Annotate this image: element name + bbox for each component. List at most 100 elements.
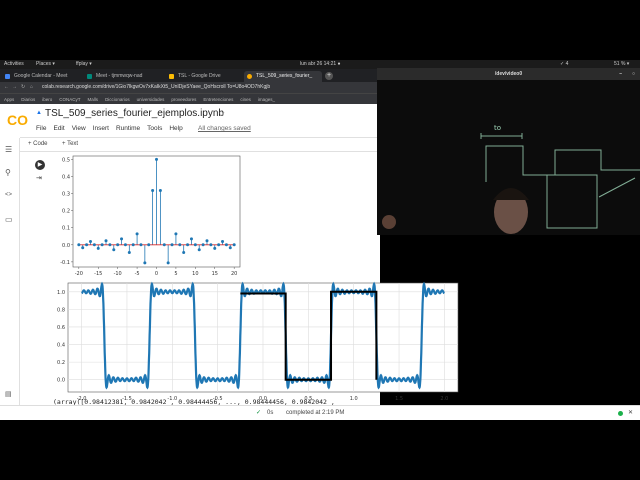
stem-marker [170,243,174,247]
add-text-button[interactable]: + Text [62,141,78,147]
x-tick-label: 1.5 [395,396,403,402]
star-icon[interactable]: ☆ [218,109,225,118]
stem-marker [131,243,135,247]
stem-marker [143,261,147,265]
stem-marker [166,261,170,265]
folder-icon[interactable]: ▭ [5,215,13,224]
minimize-icon[interactable]: – [619,68,622,80]
stem-marker [104,239,108,243]
menu-file[interactable]: File [36,125,46,132]
stem-chart: -20 -15 -10 -5 0 5 10 15 20-0.10.00.10.20.30.40.… [60,155,241,277]
new-tab-button[interactable]: + [325,72,333,80]
run-cell-button[interactable]: ▶ [35,160,45,170]
menu-insert[interactable]: Insert [93,125,109,132]
stem-marker [77,243,81,247]
back-icon[interactable]: ← [4,82,9,93]
y-tick-label: 0.3 [62,192,70,198]
tab-calendar[interactable]: Google Calendar - Meet [2,71,82,82]
board-label: to [494,124,501,132]
app-menu[interactable]: ffplay ▾ [76,60,92,69]
y-tick-label: 0.5 [62,157,70,163]
close-icon[interactable]: ○ [632,68,635,80]
stem-marker [155,157,158,161]
stem-marker [186,243,190,247]
stem-marker [205,239,209,243]
divider [20,137,380,138]
close-icon[interactable]: ✕ [628,406,633,421]
notebook-title[interactable]: TSL_509_series_fourier_ejemplos.ipynb [45,108,224,119]
tab-drive[interactable]: TSL - Google Drive [166,71,242,82]
drive-icon: ▲ [36,110,42,116]
url-text[interactable]: colab.research.google.com/drive/1Gio7lkg… [42,82,270,93]
x-tick-label: 2.0 [440,396,448,402]
connected-status-icon[interactable] [618,411,623,416]
stem-marker [85,243,89,247]
code-snippets-icon[interactable]: <> [5,192,12,198]
stem-marker [217,243,221,247]
reload-icon[interactable]: ↻ [21,82,25,93]
check-icon: ✓ [256,410,262,416]
stem-marker [228,246,232,250]
tab-colab[interactable]: TSL_509_series_fourier_ [244,71,322,82]
stem-marker [116,243,120,247]
stem-marker [81,246,85,250]
tab-label: TSL_509_series_fourier_ [256,73,313,79]
stem-marker [147,243,151,247]
stem-marker [88,240,92,244]
y-tick-label: 0.4 [57,343,65,349]
left-sidebar: ☰ ⚲ <> ▭ ▤ [0,138,20,405]
video-title-bar: /dev/video0 – ○ [377,68,640,80]
y-tick-label: 0.2 [57,360,65,366]
stem-marker [213,246,217,250]
toc-icon[interactable]: ☰ [5,145,12,154]
status-bar: ✓ 0s completed at 2:19 PM ✕ [0,405,640,420]
stem-marker [189,237,193,241]
stem-marker [201,243,205,247]
video-title: /dev/video0 [494,71,523,77]
stem-marker [92,243,96,247]
meet-icon [87,74,92,79]
menu-view[interactable]: View [72,125,86,132]
stem-marker [162,243,166,247]
output-menu-icon[interactable]: ⇥ [36,174,42,182]
y-tick-label: 0.0 [57,378,65,384]
y-tick-label: 0.2 [62,209,70,215]
stem-marker [209,243,213,247]
forward-icon[interactable]: → [12,82,17,93]
y-tick-label: 0.4 [62,174,70,180]
stem-marker [158,188,162,192]
stem-marker [232,243,236,247]
clock[interactable]: lun abr 26 14:21 ● [300,60,341,69]
stem-marker [127,250,131,254]
stem-marker [197,248,201,252]
y-tick-label: 0.0 [62,243,70,249]
y-tick-label: 1.0 [57,290,65,296]
tab-label: Meet - tjmmwqw-nad [96,73,143,79]
save-status[interactable]: All changes saved [198,125,251,132]
places-menu[interactable]: Places ▾ [36,60,55,69]
colab-page: CO ▲ TSL_509_series_fourier_ejemplos.ipy… [0,104,459,420]
tab-label: TSL - Google Drive [178,73,221,79]
stem-marker [123,243,127,247]
drive-icon [169,74,174,79]
stem-marker [174,232,178,236]
colab-icon [247,74,252,79]
tab-meet[interactable]: Meet - tjmmwqw-nad [84,71,164,82]
stem-marker [139,243,143,247]
menu-edit[interactable]: Edit [53,125,64,132]
menu-help[interactable]: Help [169,125,182,132]
tab-label: Google Calendar - Meet [14,73,68,79]
terminal-icon[interactable]: ▤ [5,390,12,398]
exec-time: 0s [267,410,274,416]
x-tick-label: 1.0 [350,396,358,402]
menu-tools[interactable]: Tools [147,125,162,132]
search-icon[interactable]: ⚲ [5,168,11,177]
activities-button[interactable]: Activities [4,60,24,69]
home-icon[interactable]: ⌂ [30,82,33,93]
stem-marker [178,243,182,247]
stem-marker [193,243,197,247]
stem-marker [120,237,124,241]
add-code-button[interactable]: + Code [28,141,48,147]
stem-marker [221,240,225,244]
menu-runtime[interactable]: Runtime [116,125,140,132]
